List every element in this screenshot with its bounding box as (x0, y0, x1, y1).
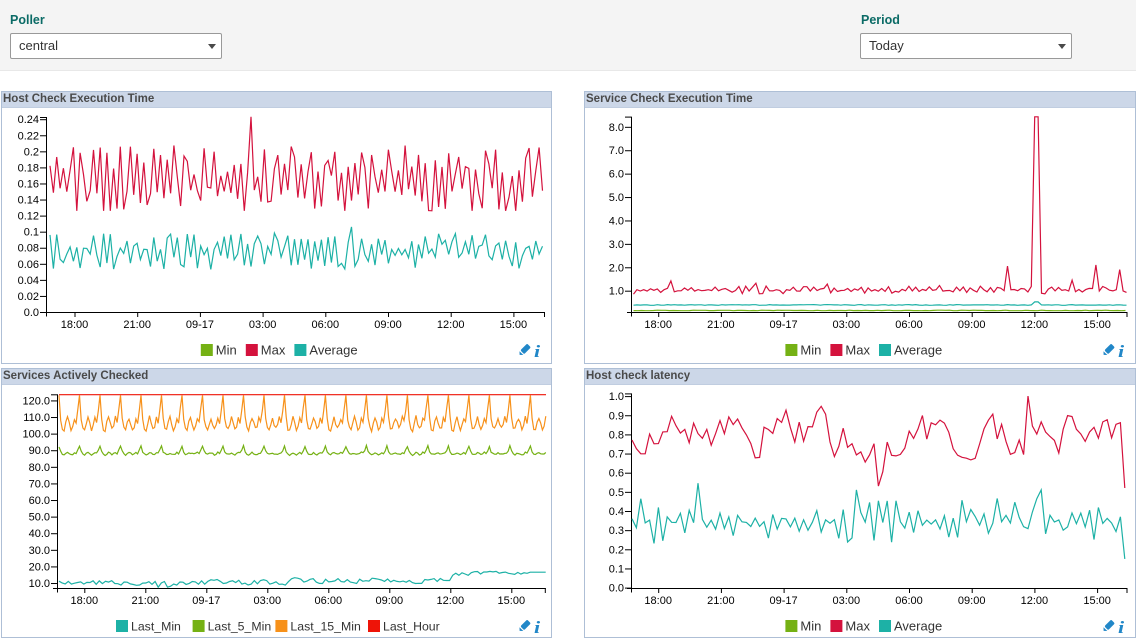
svg-text:Last_Min: Last_Min (131, 620, 181, 634)
svg-text:0.22: 0.22 (18, 130, 39, 142)
svg-text:Average: Average (894, 619, 942, 634)
svg-text:3.0: 3.0 (609, 239, 624, 251)
svg-text:120.0: 120.0 (22, 395, 50, 407)
svg-text:12:00: 12:00 (1021, 595, 1049, 607)
svg-text:Average: Average (894, 343, 942, 358)
svg-text:21:00: 21:00 (707, 595, 735, 607)
svg-text:Average: Average (309, 343, 357, 358)
svg-text:09:00: 09:00 (374, 319, 402, 331)
svg-text:Max: Max (845, 343, 870, 358)
svg-text:0.12: 0.12 (18, 211, 39, 223)
svg-text:21:00: 21:00 (132, 595, 160, 607)
svg-text:0.1: 0.1 (609, 563, 624, 575)
svg-text:09-17: 09-17 (770, 319, 798, 331)
svg-text:0.0: 0.0 (609, 583, 624, 595)
svg-text:06:00: 06:00 (312, 319, 340, 331)
svg-text:70.0: 70.0 (29, 478, 50, 490)
svg-text:09-17: 09-17 (192, 595, 220, 607)
svg-text:Last_Hour: Last_Hour (383, 620, 440, 634)
svg-text:0.16: 0.16 (18, 178, 39, 190)
svg-text:80.0: 80.0 (29, 462, 50, 474)
svg-text:30.0: 30.0 (29, 545, 50, 557)
svg-text:20.0: 20.0 (29, 561, 50, 573)
svg-text:06:00: 06:00 (895, 319, 923, 331)
svg-text:100.0: 100.0 (22, 429, 50, 441)
svg-text:09-17: 09-17 (770, 595, 798, 607)
svg-text:0.24: 0.24 (18, 114, 39, 126)
svg-text:0.02: 0.02 (18, 291, 39, 303)
svg-text:0.14: 0.14 (18, 195, 39, 207)
svg-text:18:00: 18:00 (644, 319, 672, 331)
svg-text:03:00: 03:00 (249, 319, 277, 331)
svg-text:7.0: 7.0 (609, 145, 624, 157)
svg-text:0.6: 0.6 (609, 468, 624, 480)
svg-text:15:00: 15:00 (1083, 319, 1111, 331)
svg-text:06:00: 06:00 (895, 595, 923, 607)
svg-text:03:00: 03:00 (833, 319, 861, 331)
svg-text:0.9: 0.9 (609, 410, 624, 422)
svg-text:0.18: 0.18 (18, 162, 39, 174)
svg-text:Max: Max (845, 619, 870, 634)
svg-text:12:00: 12:00 (437, 319, 465, 331)
svg-text:0.04: 0.04 (18, 275, 39, 287)
svg-text:2.0: 2.0 (609, 262, 624, 274)
svg-text:15:00: 15:00 (498, 595, 526, 607)
svg-text:50.0: 50.0 (29, 512, 50, 524)
svg-text:i: i (1118, 618, 1125, 637)
svg-text:0.0: 0.0 (24, 307, 39, 319)
svg-text:09:00: 09:00 (958, 319, 986, 331)
svg-text:15:00: 15:00 (1083, 595, 1111, 607)
svg-text:21:00: 21:00 (123, 319, 151, 331)
svg-text:Last_15_Min: Last_15_Min (290, 620, 361, 634)
svg-text:i: i (534, 618, 541, 637)
svg-text:10.0: 10.0 (29, 578, 50, 590)
svg-text:18:00: 18:00 (61, 319, 89, 331)
svg-text:0.2: 0.2 (24, 146, 39, 158)
svg-text:Min: Min (800, 343, 821, 358)
svg-text:0.1: 0.1 (24, 227, 39, 239)
svg-text:60.0: 60.0 (29, 495, 50, 507)
svg-text:18:00: 18:00 (644, 595, 672, 607)
svg-text:0.08: 0.08 (18, 243, 39, 255)
svg-text:4.0: 4.0 (609, 215, 624, 227)
svg-text:21:00: 21:00 (707, 319, 735, 331)
svg-text:Last_5_Min: Last_5_Min (208, 620, 272, 634)
svg-text:09-17: 09-17 (186, 319, 214, 331)
svg-text:8.0: 8.0 (609, 122, 624, 134)
svg-text:0.8: 0.8 (609, 429, 624, 441)
svg-text:Min: Min (216, 343, 237, 358)
svg-text:Min: Min (800, 619, 821, 634)
svg-text:15:00: 15:00 (500, 319, 528, 331)
svg-text:90.0: 90.0 (29, 445, 50, 457)
svg-text:09:00: 09:00 (376, 595, 404, 607)
svg-text:Max: Max (261, 343, 286, 358)
svg-text:06:00: 06:00 (315, 595, 343, 607)
svg-text:i: i (1118, 342, 1125, 361)
svg-text:12:00: 12:00 (437, 595, 465, 607)
svg-text:5.0: 5.0 (609, 192, 624, 204)
svg-text:0.7: 0.7 (609, 449, 624, 461)
svg-text:6.0: 6.0 (609, 169, 624, 181)
svg-text:0.4: 0.4 (609, 506, 624, 518)
svg-text:i: i (534, 342, 541, 361)
svg-text:40.0: 40.0 (29, 528, 50, 540)
svg-text:0.3: 0.3 (609, 525, 624, 537)
svg-text:1.0: 1.0 (609, 391, 624, 403)
svg-text:0.06: 0.06 (18, 259, 39, 271)
svg-text:03:00: 03:00 (833, 595, 861, 607)
svg-text:0.5: 0.5 (609, 487, 624, 499)
svg-text:110.0: 110.0 (23, 412, 50, 424)
svg-text:03:00: 03:00 (254, 595, 282, 607)
svg-text:0.2: 0.2 (609, 544, 624, 556)
svg-text:09:00: 09:00 (958, 595, 986, 607)
svg-text:12:00: 12:00 (1021, 319, 1049, 331)
svg-text:1.0: 1.0 (609, 286, 624, 298)
svg-text:18:00: 18:00 (71, 595, 99, 607)
